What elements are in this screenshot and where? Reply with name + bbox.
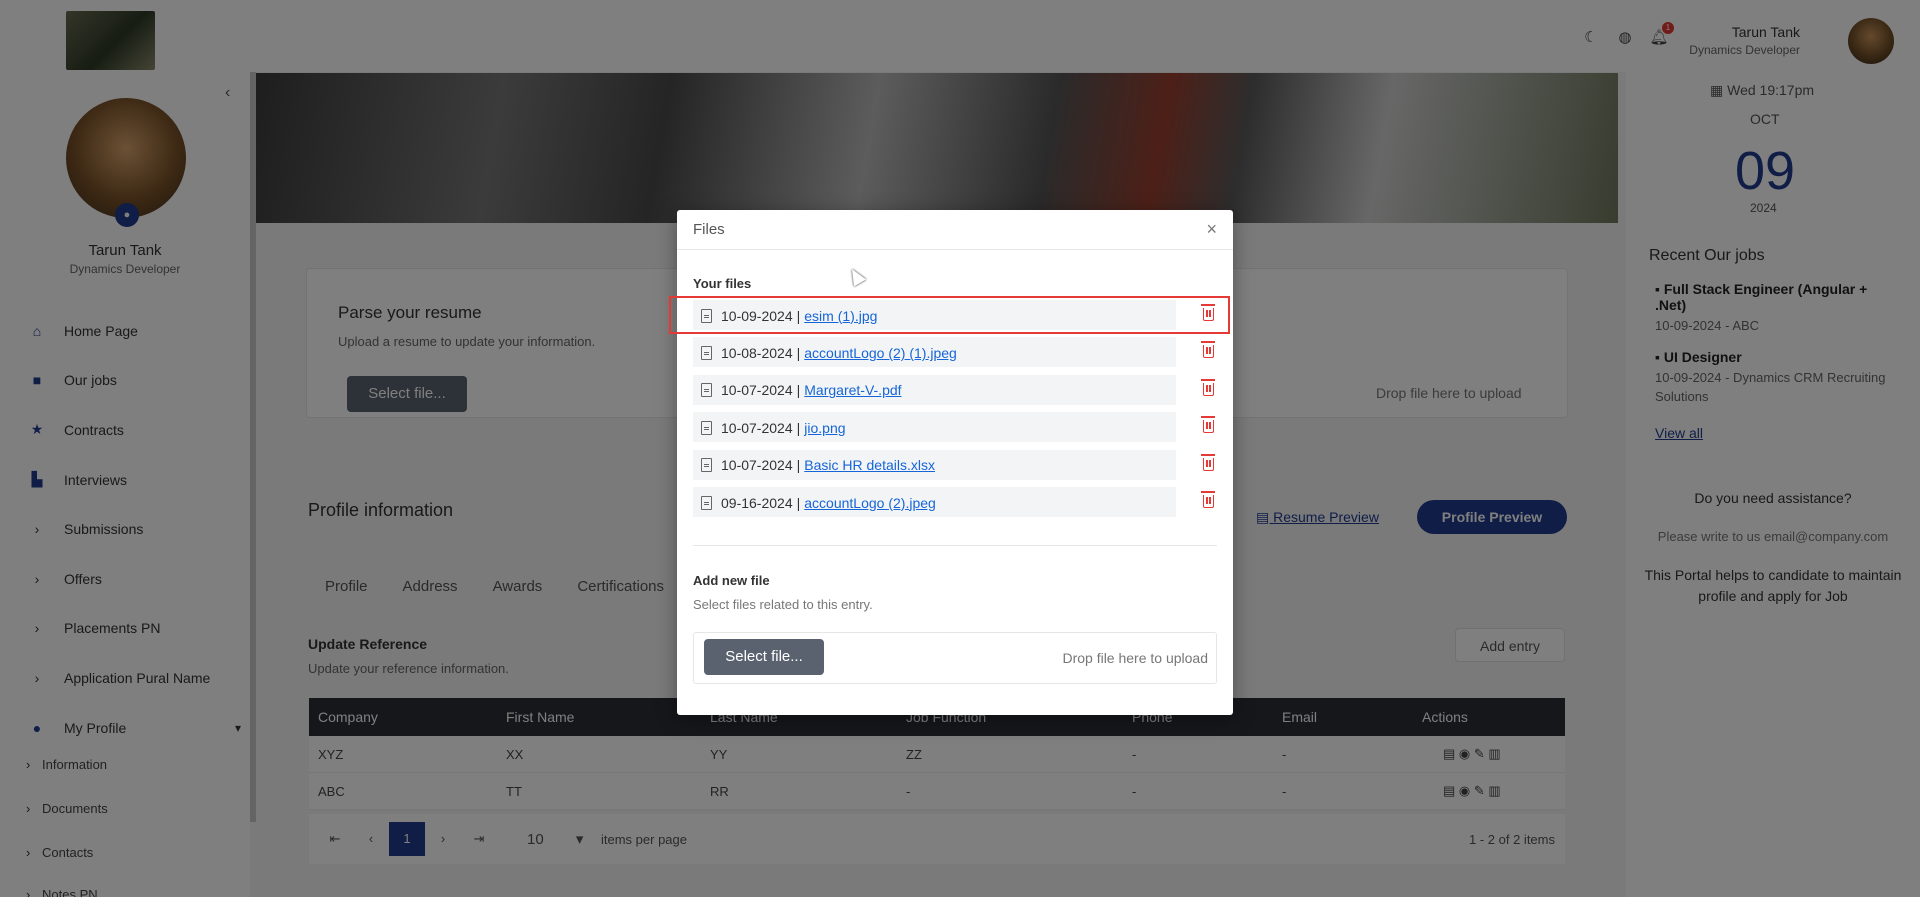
add-new-file-subtitle: Select files related to this entry. bbox=[693, 597, 873, 612]
file-link[interactable]: esim (1).jpg bbox=[804, 308, 877, 324]
modal-title: Files bbox=[693, 221, 725, 238]
list-item: 09-16-2024 | accountLogo (2).jpeg bbox=[693, 484, 1215, 521]
file-link[interactable]: Margaret-V-.pdf bbox=[804, 382, 901, 398]
trash-icon[interactable] bbox=[1201, 378, 1215, 396]
separator: | bbox=[796, 382, 801, 399]
file-icon bbox=[701, 346, 712, 361]
list-item: 10-07-2024 | Basic HR details.xlsx bbox=[693, 447, 1215, 484]
separator: | bbox=[796, 419, 801, 436]
list-item: 10-08-2024 | accountLogo (2) (1).jpeg bbox=[693, 334, 1215, 371]
separator: | bbox=[796, 307, 801, 324]
file-icon bbox=[701, 308, 712, 323]
list-item: 10-09-2024 | esim (1).jpg bbox=[693, 297, 1215, 334]
separator: | bbox=[796, 345, 801, 362]
drop-hint: Drop file here to upload bbox=[1062, 650, 1208, 666]
add-new-file-title: Add new file bbox=[693, 573, 770, 588]
file-link[interactable]: Basic HR details.xlsx bbox=[804, 457, 935, 473]
file-icon bbox=[701, 420, 712, 435]
file-date: 09-16-2024 bbox=[721, 494, 793, 511]
trash-icon[interactable] bbox=[1201, 453, 1215, 471]
upload-drop-zone[interactable]: Select file... Drop file here to upload bbox=[693, 632, 1217, 684]
file-link[interactable]: jio.png bbox=[804, 420, 845, 436]
file-date: 10-07-2024 bbox=[721, 419, 793, 436]
select-file-button[interactable]: Select file... bbox=[704, 639, 824, 675]
file-date: 10-07-2024 bbox=[721, 457, 793, 474]
file-icon bbox=[701, 383, 712, 398]
trash-icon[interactable] bbox=[1201, 304, 1215, 321]
trash-icon[interactable] bbox=[1201, 490, 1215, 508]
file-link[interactable]: accountLogo (2).jpeg bbox=[804, 495, 936, 511]
file-date: 10-07-2024 bbox=[721, 382, 793, 399]
list-item: 10-07-2024 | jio.png bbox=[693, 409, 1215, 446]
your-files-title: Your files bbox=[693, 276, 752, 291]
separator: | bbox=[796, 494, 801, 511]
close-icon[interactable]: × bbox=[1206, 219, 1217, 240]
file-link[interactable]: accountLogo (2) (1).jpeg bbox=[804, 345, 957, 361]
files-modal: Files × Your files 10-09-2024 | esim (1).… bbox=[677, 210, 1233, 715]
trash-icon[interactable] bbox=[1201, 416, 1215, 434]
modal-header: Files × bbox=[677, 210, 1233, 250]
file-date: 10-08-2024 bbox=[721, 345, 793, 362]
separator: | bbox=[796, 457, 801, 474]
divider bbox=[693, 545, 1217, 546]
file-icon bbox=[701, 458, 712, 473]
file-date: 10-09-2024 bbox=[721, 307, 793, 324]
file-list: 10-09-2024 | esim (1).jpg 10-08-2024 | acc… bbox=[693, 297, 1215, 527]
trash-icon[interactable] bbox=[1201, 341, 1215, 359]
list-item: 10-07-2024 | Margaret-V-.pdf bbox=[693, 372, 1215, 409]
file-icon bbox=[701, 495, 712, 510]
